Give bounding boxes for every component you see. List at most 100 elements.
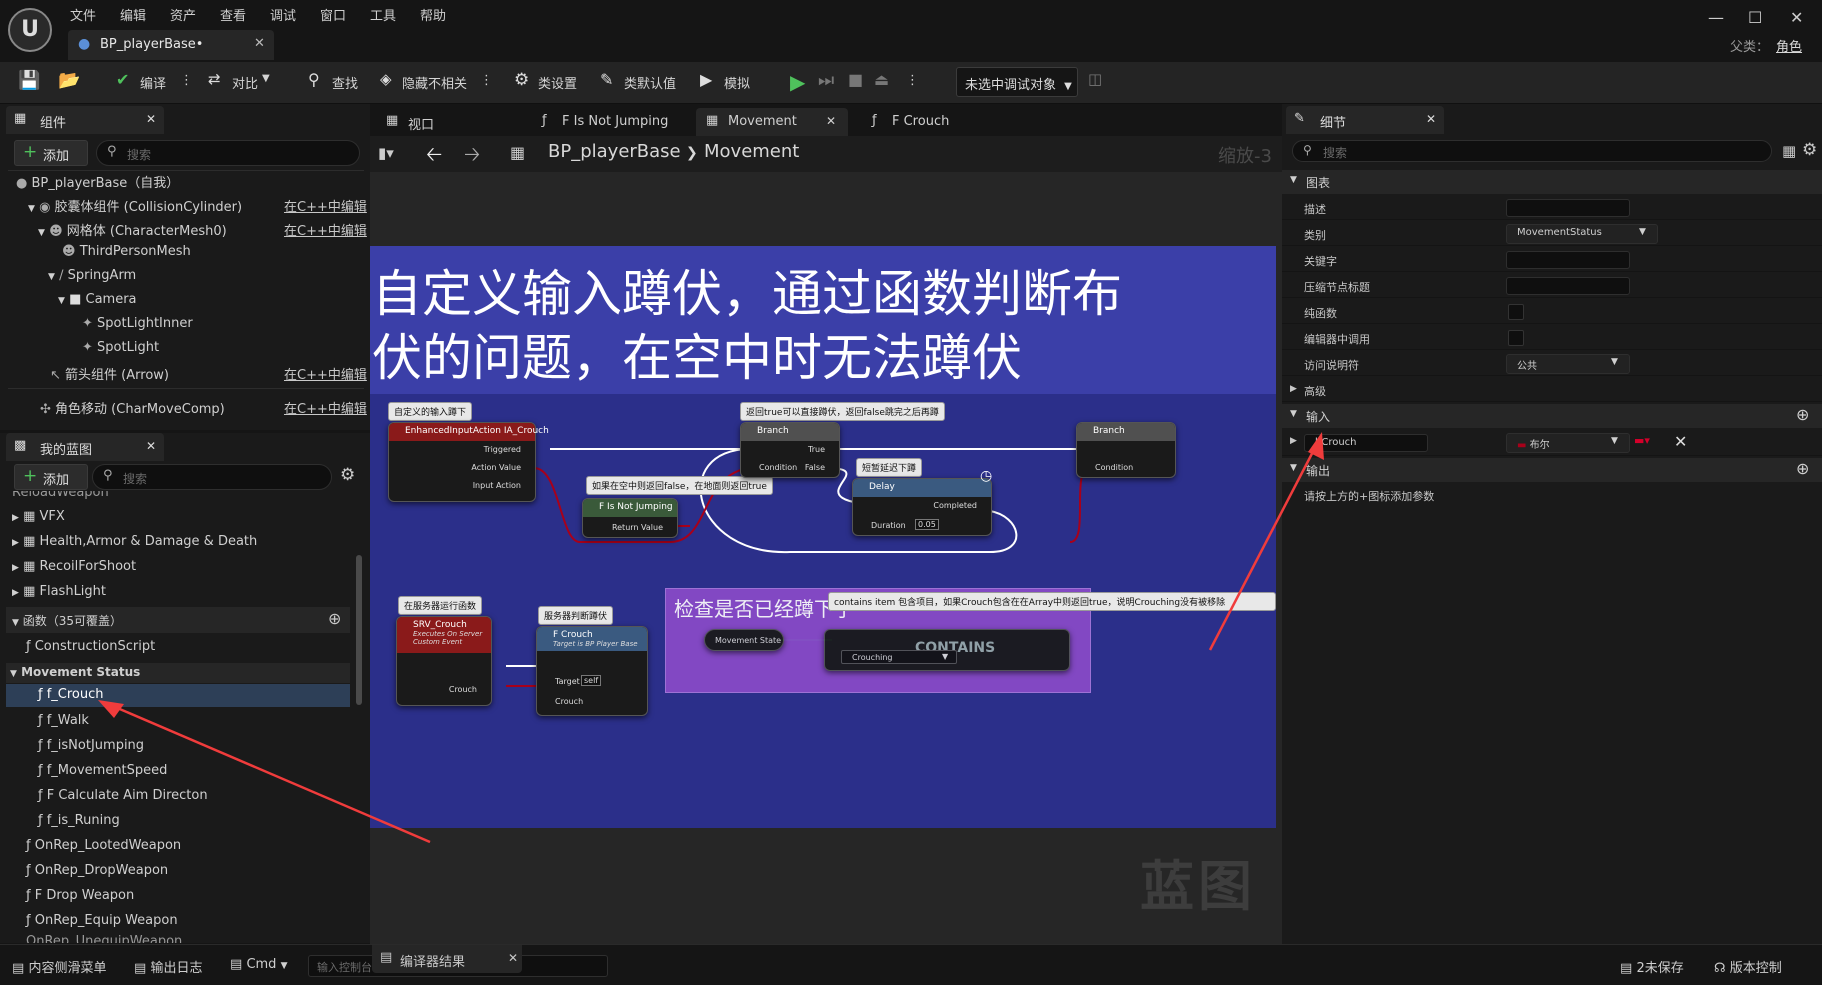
keywords-input[interactable] [1506,251,1630,269]
category-item[interactable]: ▶ ▦ FlashLight [12,584,106,599]
expand-icon[interactable]: ▶ [1290,436,1297,446]
debug-object-select[interactable]: 未选中调试对象 ▼ [956,67,1078,97]
movement-state-node[interactable]: Movement State [704,629,784,651]
add-member-button[interactable]: + 添加 [14,464,88,490]
eject-icon[interactable]: ⏏ [874,70,889,89]
category-item[interactable]: ▶ ▦ VFX [12,509,65,524]
category-item[interactable]: ReloadWeapon [12,491,109,500]
tab-f-is-not-jumping[interactable]: ƒF Is Not Jumping [530,108,678,136]
branch-node[interactable]: Branch Condition [1076,422,1176,478]
component-root[interactable]: ● BP_playerBase（自我） [16,172,179,191]
compile-icon[interactable]: ✔ [116,70,129,89]
gear-icon[interactable]: ⚙ [1802,140,1817,160]
f-crouch-node[interactable]: F Crouch Target is BP Player Base Target… [536,626,648,716]
function-item[interactable]: ƒ F Drop Weapon [26,888,134,903]
cmd-select[interactable]: ▤ Cmd ▼ [230,957,288,972]
compile-options-icon[interactable]: ⋮ [180,73,193,88]
function-item[interactable]: ƒ F Calculate Aim Directon [38,788,208,803]
more-options-icon[interactable]: ⋮ [480,73,493,88]
maximize-button[interactable]: ☐ [1748,8,1762,27]
function-item[interactable]: ƒ f_Walk [38,713,89,728]
component-item[interactable]: ▼ ◉ 胶囊体组件 (CollisionCylinder) [28,196,242,215]
is-not-jumping-node[interactable]: F Is Not Jumping Return Value [582,498,678,538]
edit-in-cpp-link[interactable]: 在C++中编辑 [284,220,367,239]
menu-view[interactable]: 查看 [220,5,246,24]
outputs-section-header[interactable]: ▼ 输出 ⊕ [1282,458,1822,482]
menu-debug[interactable]: 调试 [270,5,296,24]
crouching-select[interactable]: Crouching ▼ [841,650,957,664]
delay-node[interactable]: Delay Completed Duration 0.05 [852,478,992,536]
close-window-button[interactable]: ✕ [1790,8,1803,27]
step-icon[interactable]: ⏭ [818,70,834,91]
edit-in-cpp-link[interactable]: 在C++中编辑 [284,196,367,215]
function-item[interactable]: ƒ f_is_Runing [38,813,120,828]
save-icon[interactable]: 💾 [18,70,40,91]
component-item[interactable]: ✣ 角色移动 (CharMoveComp) [40,398,225,417]
close-icon[interactable]: ✕ [146,439,156,453]
blueprint-search-input[interactable]: ⚲ 搜索 [92,464,332,490]
function-item[interactable]: ƒ OnRep_LootedWeapon [26,838,181,853]
class-defaults-button[interactable]: 类默认值 [624,73,676,92]
target-input[interactable]: self [581,675,602,686]
document-tab[interactable]: ● BP_playerBase• ✕ [68,30,274,60]
param-type-select[interactable]: ▬ 布尔 ▼ [1506,433,1630,453]
diff-button[interactable]: 对比 [232,73,258,92]
close-icon[interactable]: ✕ [254,36,265,51]
call-in-editor-checkbox[interactable] [1508,330,1524,346]
functions-section-header[interactable]: ▼ 函数（35可覆盖） ⊕ [6,607,350,633]
container-type-icon[interactable]: ▬▾ [1634,434,1650,447]
group-header[interactable]: ▼ Movement Status [6,663,350,683]
description-input[interactable] [1506,199,1630,217]
function-item[interactable]: ƒ OnRep_DropWeapon [26,863,168,878]
compile-button[interactable]: 编译 [140,73,166,92]
hide-unrelated-button[interactable]: 隐藏不相关 [402,73,467,92]
close-icon[interactable]: ✕ [826,114,836,128]
graph-section-header[interactable]: ▼ 图表 [1282,170,1822,194]
tab-viewport[interactable]: ▦ 视口 [376,108,444,136]
grid-view-icon[interactable]: ▦ [1782,142,1796,160]
breadcrumb-graph[interactable]: Movement [704,141,799,162]
details-tab[interactable]: ✎ 细节 ✕ [1286,106,1444,134]
compiler-results-tab[interactable]: ▤ 编译器结果 ✕ [372,945,522,973]
remove-param-icon[interactable]: ✕ [1674,432,1687,451]
simulate-button[interactable]: 模拟 [724,73,750,92]
category-item[interactable]: ▶ ▦ Health,Armor & Damage & Death [12,534,257,549]
forward-arrow-icon[interactable]: 🡢 [464,140,480,174]
menu-tools[interactable]: 工具 [370,5,396,24]
function-item[interactable]: OnRep_UnequipWeapon [26,934,182,943]
component-item[interactable]: ✦ SpotLight [82,340,159,355]
component-item[interactable]: ▼ ☻ 网格体 (CharacterMesh0) [38,220,227,239]
category-select[interactable]: MovementStatus ▼ [1506,224,1658,244]
scrollbar[interactable] [356,555,362,705]
chevron-down-icon[interactable]: ▼ [262,73,270,84]
unsaved-button[interactable]: ▤ 2未保存 [1620,957,1684,976]
component-item[interactable]: ☻ ThirdPersonMesh [62,244,191,259]
branch-node[interactable]: Branch Condition True False [740,422,840,478]
menu-window[interactable]: 窗口 [320,5,346,24]
browse-icon[interactable]: 📂 [58,70,80,91]
function-item[interactable]: ƒ f_MovementSpeed [38,763,167,778]
parent-class-value[interactable]: 角色 [1776,36,1802,55]
output-log-button[interactable]: ▤ 输出日志 [134,957,202,976]
enhanced-input-node[interactable]: EnhancedInputAction IA_Crouch Triggered … [388,422,549,502]
close-icon[interactable]: ✕ [146,112,156,126]
close-icon[interactable]: ✕ [1426,112,1436,126]
components-tab[interactable]: ▦ 组件 ✕ [6,106,164,134]
param-name-input[interactable]: bCrouch [1304,434,1428,452]
bookmark-icon[interactable]: ▮▾ [378,144,394,162]
menu-asset[interactable]: 资产 [170,5,196,24]
minimize-button[interactable]: — [1708,8,1724,27]
tab-movement[interactable]: ▦ Movement ✕ [696,108,848,136]
edit-in-cpp-link[interactable]: 在C++中编辑 [284,398,367,417]
debug-filter-icon[interactable]: ◫ [1088,70,1102,88]
close-icon[interactable]: ✕ [508,951,518,965]
srv-crouch-node[interactable]: SRV_Crouch Executes On Server Custom Eve… [396,616,492,706]
duration-input[interactable]: 0.05 [915,519,939,530]
contains-node[interactable]: CONTAINS Crouching ▼ [824,629,1070,671]
breadcrumb-blueprint[interactable]: BP_playerBase [548,141,681,162]
play-options-icon[interactable]: ⋮ [906,73,919,88]
add-function-icon[interactable]: ⊕ [328,609,341,628]
back-arrow-icon[interactable]: 🡠 [426,140,442,174]
inputs-section-header[interactable]: ▼ 输入 ⊕ [1282,404,1822,428]
component-item[interactable]: ↖ 箭头组件 (Arrow) [50,364,169,383]
